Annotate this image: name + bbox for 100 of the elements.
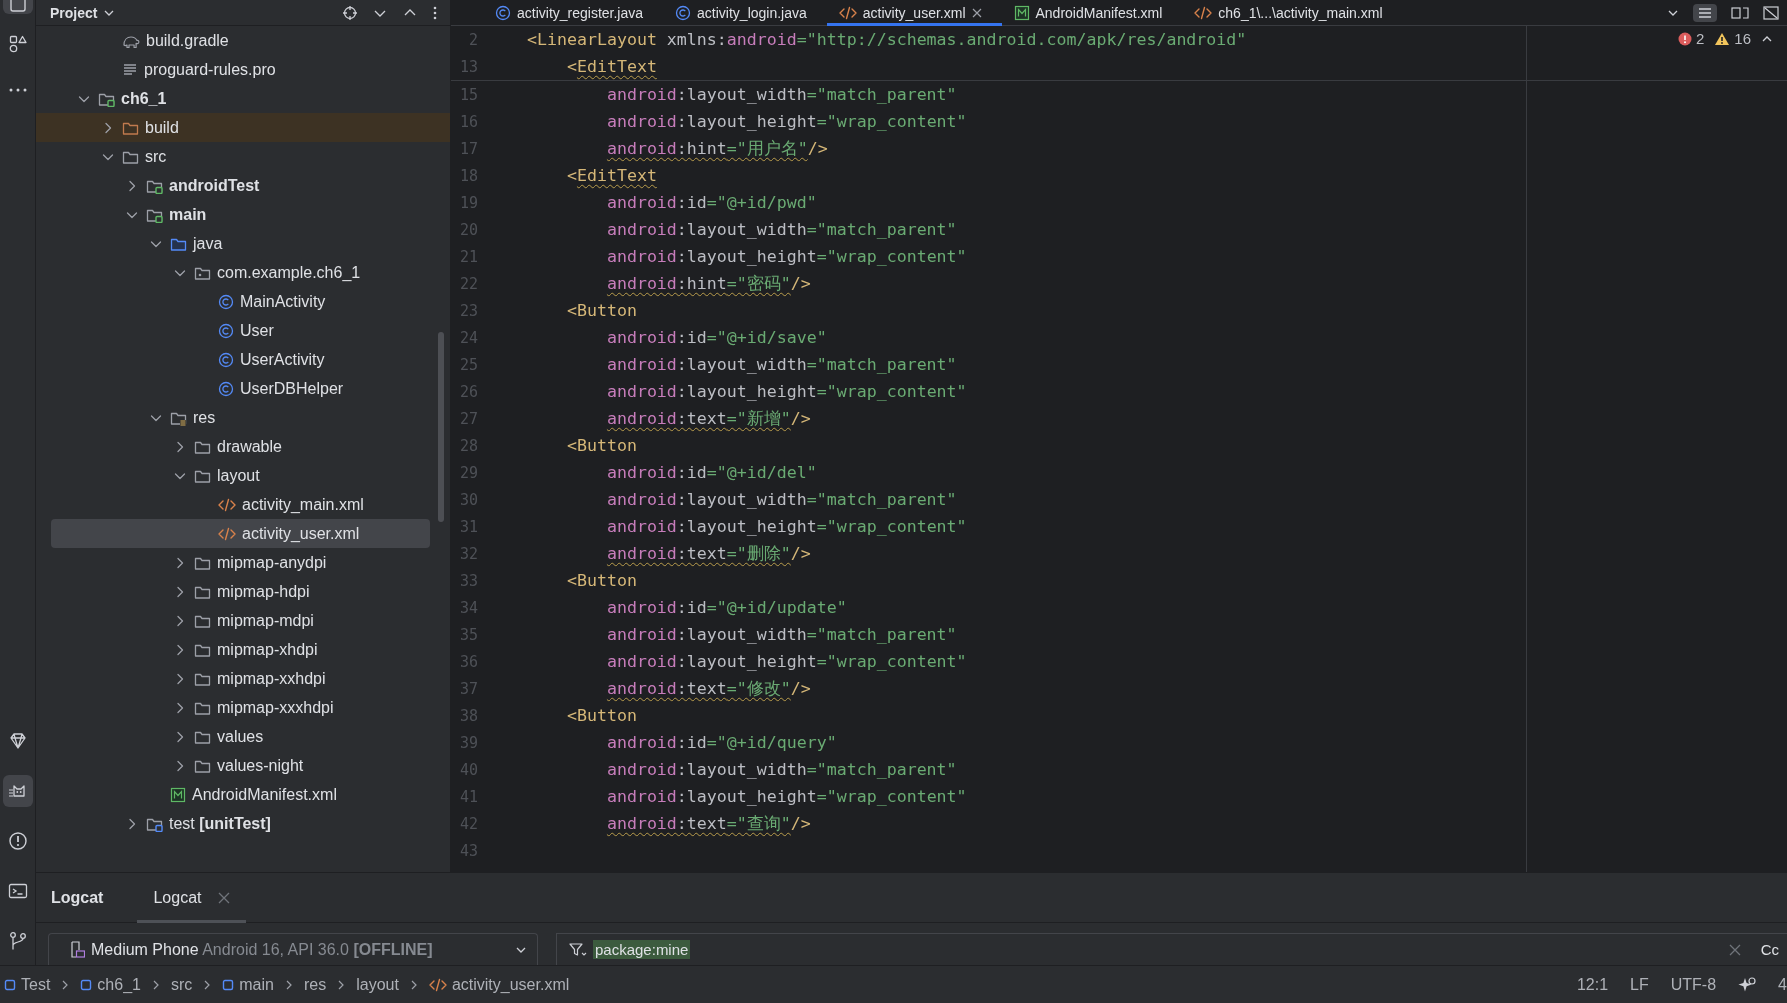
close-icon <box>217 891 230 904</box>
breadcrumb[interactable]: activity_user.xml <box>428 975 570 994</box>
tree-item[interactable]: layout <box>36 461 450 490</box>
tree-item[interactable]: proguard-rules.pro <box>36 55 450 84</box>
code-line: android:layout_height="wrap_content" <box>606 382 967 401</box>
module-icon <box>4 978 16 991</box>
menu-icon <box>1697 5 1713 20</box>
logcat-tab[interactable]: Logcat <box>137 872 246 923</box>
module-icon <box>222 978 235 991</box>
tree-item[interactable]: mipmap-anydpi <box>36 548 450 577</box>
tree-item[interactable]: com.example.ch6_1 <box>36 258 450 287</box>
code-line: android:layout_width="match_parent" <box>606 760 957 779</box>
status-item[interactable]: LF <box>1630 975 1649 994</box>
tree-item[interactable]: values-night <box>36 751 450 780</box>
class-icon <box>218 322 234 339</box>
tree-item[interactable]: UserDBHelper <box>36 374 450 403</box>
class-icon <box>495 4 511 21</box>
breadcrumb[interactable]: main <box>222 975 274 994</box>
tree-item[interactable]: mipmap-xxhdpi <box>36 664 450 693</box>
tool-window-button[interactable] <box>2 775 33 807</box>
terminal-icon <box>7 881 28 901</box>
preview-icon <box>1763 5 1779 20</box>
code-line: android:layout_width="match_parent" <box>606 220 957 239</box>
tree-item[interactable]: build <box>36 113 450 142</box>
editor-tab[interactable]: ch6_1\...\activity_main.xml <box>1182 0 1403 26</box>
class-icon <box>675 4 692 21</box>
clear-icon <box>1728 943 1741 956</box>
tree-item[interactable]: java <box>36 229 450 258</box>
tree-item[interactable]: mipmap-xxxhdpi <box>36 693 450 722</box>
editor-tab[interactable]: AndroidManifest.xml <box>1001 0 1183 26</box>
tree-item[interactable]: activity_main.xml <box>36 490 450 519</box>
tree-item[interactable]: main <box>36 200 450 229</box>
editor-tab[interactable]: activity_login.java <box>663 0 827 26</box>
tree-item[interactable]: activity_user.xml <box>51 519 430 548</box>
breadcrumb[interactable]: src <box>170 975 193 994</box>
close-icon <box>971 7 982 18</box>
tree-item[interactable]: mipmap-mdpi <box>36 606 450 635</box>
tool-window-button[interactable] <box>2 0 33 14</box>
code-line: android:layout_width="match_parent" <box>606 85 957 104</box>
tree-item[interactable]: build.gradle <box>36 26 450 55</box>
tree-item[interactable]: androidTest <box>36 171 450 200</box>
device-dropdown[interactable]: Medium Phone Android 16, API 36.0 [OFFLINE] <box>48 933 538 965</box>
tree-item[interactable]: src <box>36 142 450 171</box>
tree-item[interactable]: UserActivity <box>36 345 450 374</box>
status-item[interactable]: 4 <box>1778 975 1787 994</box>
tree-item[interactable]: mipmap-hdpi <box>36 577 450 606</box>
more-icon <box>432 4 438 21</box>
status-item[interactable]: UTF-8 <box>1670 975 1717 994</box>
code-line: android:layout_height="wrap_content" <box>606 652 967 671</box>
code-line: android:id="@+id/update" <box>606 598 847 617</box>
editor-tab[interactable]: activity_register.java <box>483 0 664 26</box>
code-line: android:id="@+id/query" <box>606 733 837 752</box>
error-icon <box>1677 31 1692 46</box>
code-line: android:text="查询"/> <box>606 812 811 835</box>
manifest-icon <box>1013 4 1030 21</box>
tree-item[interactable]: test [unitTest] <box>36 809 450 838</box>
code-line: <Button <box>566 301 637 320</box>
code-file-icon <box>218 496 236 513</box>
tree-item[interactable]: User <box>36 316 450 345</box>
breadcrumb[interactable]: res <box>303 975 327 994</box>
code-file-icon <box>428 976 447 993</box>
code-line: <Button <box>566 706 637 725</box>
split-icon <box>1731 5 1749 20</box>
tree-item[interactable]: MainActivity <box>36 287 450 316</box>
match-case-button[interactable]: Cc <box>1746 941 1787 958</box>
breadcrumb[interactable]: ch6_1 <box>80 975 141 994</box>
view-mode-button[interactable] <box>1693 3 1717 22</box>
text-file-icon <box>122 61 138 78</box>
alert-icon <box>7 831 28 851</box>
code-line: <Button <box>566 571 637 590</box>
tree-item[interactable]: drawable <box>36 432 450 461</box>
tree-item[interactable]: AndroidManifest.xml <box>36 780 450 809</box>
code-line: android:layout_width="match_parent" <box>606 490 957 509</box>
tree-item[interactable]: res <box>36 403 450 432</box>
code-line: android:layout_width="match_parent" <box>606 355 957 374</box>
panel-title: Logcat <box>51 888 104 907</box>
code-line: android:id="@+id/del" <box>606 463 817 482</box>
error-count[interactable]: 2 <box>1695 30 1705 47</box>
warning-count[interactable]: 16 <box>1734 30 1751 47</box>
code-line: android:id="@+id/save" <box>606 328 827 347</box>
code-line: android:layout_height="wrap_content" <box>606 787 967 806</box>
tree-item[interactable]: mipmap-xhdpi <box>36 635 450 664</box>
more-icon <box>8 88 27 92</box>
status-item[interactable]: 12:1 <box>1576 975 1609 994</box>
code-line: android:layout_height="wrap_content" <box>606 247 967 266</box>
code-line: android:id="@+id/pwd" <box>606 193 817 212</box>
panel-title[interactable]: Project <box>50 4 98 21</box>
tree-item[interactable]: ch6_1 <box>36 84 450 113</box>
code-line: <LinearLayout xmlns:android="http://schemas.android.com/apk/res/android" <box>527 30 1247 49</box>
breadcrumb[interactable]: layout <box>356 975 399 994</box>
scrollbar-thumb[interactable] <box>438 332 444 522</box>
warning-icon <box>1714 31 1731 46</box>
code-line: <EditText <box>566 57 657 76</box>
code-line: android:text="新增"/> <box>606 407 811 430</box>
breadcrumb[interactable]: Test <box>4 975 51 994</box>
code-line: android:hint="用户名"/> <box>606 137 828 160</box>
branch-icon <box>7 931 28 951</box>
filter-icon <box>569 941 587 958</box>
code-line: <Button <box>566 436 637 455</box>
tree-item[interactable]: values <box>36 722 450 751</box>
